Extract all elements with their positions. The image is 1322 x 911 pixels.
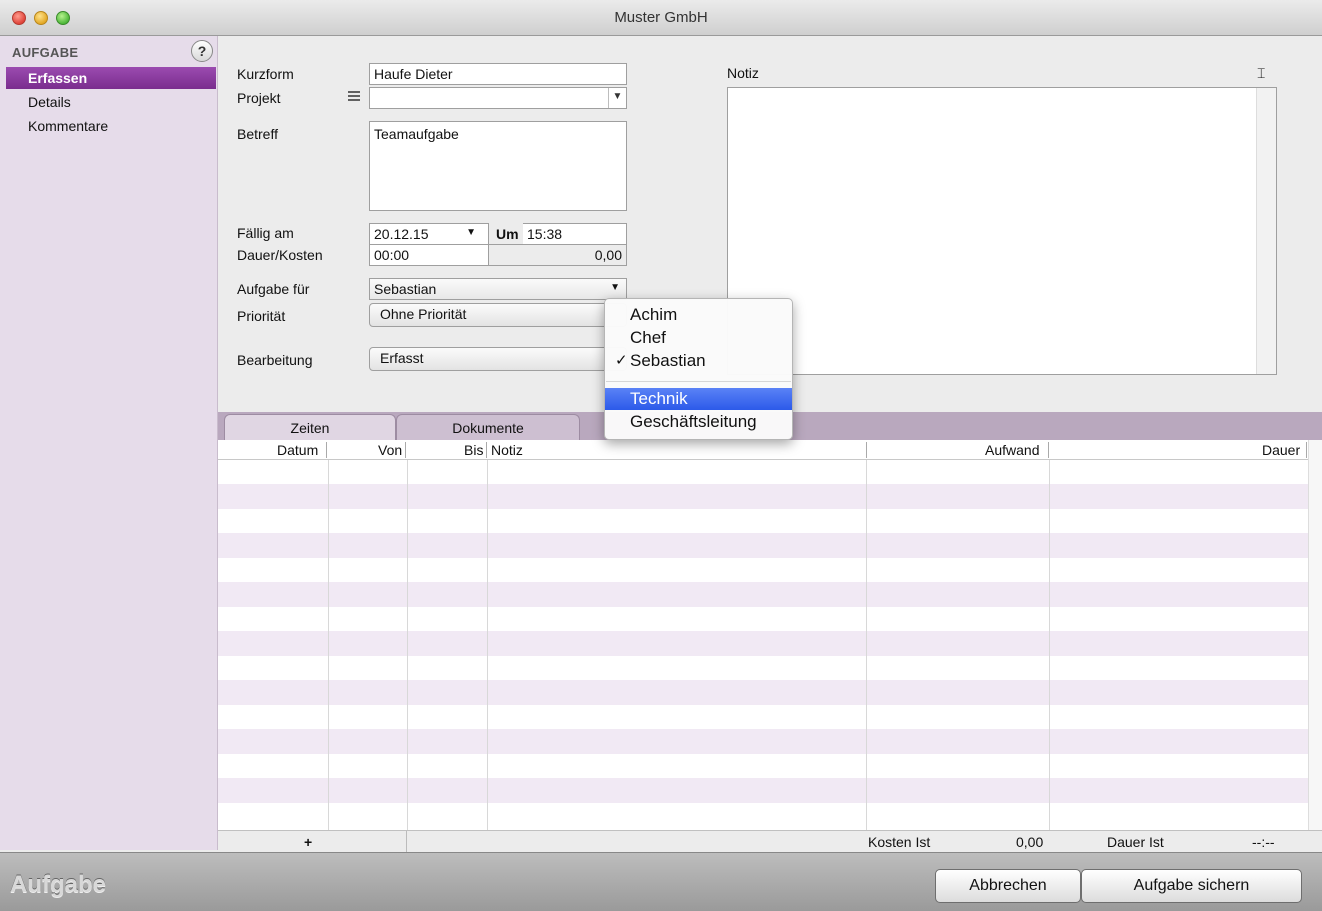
menu-item-chef[interactable]: Chef [605,327,792,349]
column-divider [407,460,408,830]
bottom-title: Aufgabe [10,871,106,898]
notiz-scrollbar[interactable] [1256,88,1276,374]
tab-zeiten[interactable]: Zeiten [224,414,396,440]
aufgabe-fuer-label: Aufgabe für [237,281,310,297]
column-header-bis[interactable]: Bis [464,442,483,458]
column-divider [866,442,867,458]
column-divider [405,442,406,458]
faellig-value: 20.12.15 [374,226,429,242]
menu-separator [606,381,791,382]
prioritaet-popup[interactable]: Ohne Priorität [369,303,627,327]
column-divider [326,442,327,458]
column-divider [486,442,487,458]
text-format-icon[interactable]: ⌶ [1257,66,1265,82]
checkmark-icon: ✓ [615,352,628,369]
column-divider [328,460,329,830]
betreff-textarea[interactable]: Teamaufgabe [369,121,627,211]
menu-item-sebastian[interactable]: ✓ Sebastian [605,350,792,372]
table-footer: + Kosten Ist 0,00 Dauer Ist --:-- [218,830,1322,853]
table-header: Datum Von Bis Notiz Aufwand Dauer [218,440,1308,460]
column-header-notiz[interactable]: Notiz [491,442,523,458]
faellig-date-field[interactable]: 20.12.15 ▼ [369,223,489,245]
table-row[interactable] [218,680,1308,705]
kosten-field: 0,00 [489,244,627,266]
table-scrollbar[interactable] [1308,440,1322,830]
zeiten-table: Datum Von Bis Notiz Aufwand Dauer [218,440,1322,830]
bearbeitung-popup[interactable]: Erfasst [369,347,627,371]
um-time-field[interactable]: 15:38 [523,223,627,245]
dauer-ist-value: --:-- [1252,834,1275,850]
notiz-label: Notiz [727,65,759,81]
table-row[interactable] [218,778,1308,803]
kurzform-field[interactable]: Haufe Dieter [369,63,627,85]
projekt-combo[interactable]: ▼ [369,87,627,109]
column-divider [487,460,488,830]
notiz-textarea[interactable] [727,87,1277,375]
um-label: Um [496,226,519,242]
projekt-label: Projekt [237,90,281,106]
prioritaet-label: Priorität [237,308,286,324]
list-icon[interactable] [346,88,362,104]
chevron-down-icon[interactable]: ▼ [610,282,620,293]
bottom-bar: Aufgabe Abbrechen Aufgabe sichern [0,852,1322,911]
sidebar-item-kommentare[interactable]: Kommentare [6,115,216,137]
betreff-label: Betreff [237,126,278,142]
table-row[interactable] [218,533,1308,558]
footer-divider [406,831,407,853]
table-row[interactable] [218,582,1308,607]
column-header-aufwand[interactable]: Aufwand [985,442,1039,458]
sidebar-item-details[interactable]: Details [6,91,216,113]
faellig-label: Fällig am [237,225,294,241]
title-bar: Muster GmbH [0,0,1322,36]
dauer-ist-label: Dauer Ist [1107,834,1164,850]
chevron-down-icon[interactable]: ▼ [608,88,626,108]
aufgabe-fuer-dropdown-menu: Achim Chef ✓ Sebastian Technik Geschäfts… [604,298,793,440]
aufgabe-fuer-combo[interactable]: Sebastian ▼ [369,278,627,300]
help-button[interactable]: ? [191,40,213,62]
column-header-von[interactable]: Von [378,442,402,458]
column-divider [1048,442,1049,458]
bearbeitung-label: Bearbeitung [237,352,313,368]
menu-item-label: Sebastian [630,351,706,370]
column-header-dauer[interactable]: Dauer [1262,442,1300,458]
sidebar-item-erfassen[interactable]: Erfassen [6,67,216,89]
column-divider [1049,460,1050,830]
cancel-button[interactable]: Abbrechen [935,869,1081,903]
sidebar-header: AUFGABE [12,45,79,60]
save-task-button[interactable]: Aufgabe sichern [1081,869,1302,903]
add-row-button[interactable]: + [304,834,312,850]
aufgabe-fuer-value: Sebastian [374,281,437,297]
table-row[interactable] [218,631,1308,656]
sidebar: AUFGABE ? Erfassen Details Kommentare [0,36,218,850]
column-header-datum[interactable]: Datum [277,442,318,458]
menu-item-achim[interactable]: Achim [605,304,792,326]
column-divider [1306,442,1307,458]
kurzform-label: Kurzform [237,66,294,82]
kosten-ist-value: 0,00 [1016,834,1044,850]
dauer-field[interactable]: 00:00 [369,244,489,266]
tab-dokumente[interactable]: Dokumente [396,414,580,440]
kosten-ist-label: Kosten Ist [868,834,931,850]
window-title: Muster GmbH [614,9,708,26]
table-row[interactable] [218,729,1308,754]
table-row[interactable] [218,484,1308,509]
menu-item-technik[interactable]: Technik [605,388,792,410]
dauer-kosten-label: Dauer/Kosten [237,247,323,263]
column-divider [866,460,867,830]
date-dropdown-icon[interactable]: ▼ [466,227,476,238]
menu-item-geschaeftsleitung[interactable]: Geschäftsleitung [605,411,792,433]
